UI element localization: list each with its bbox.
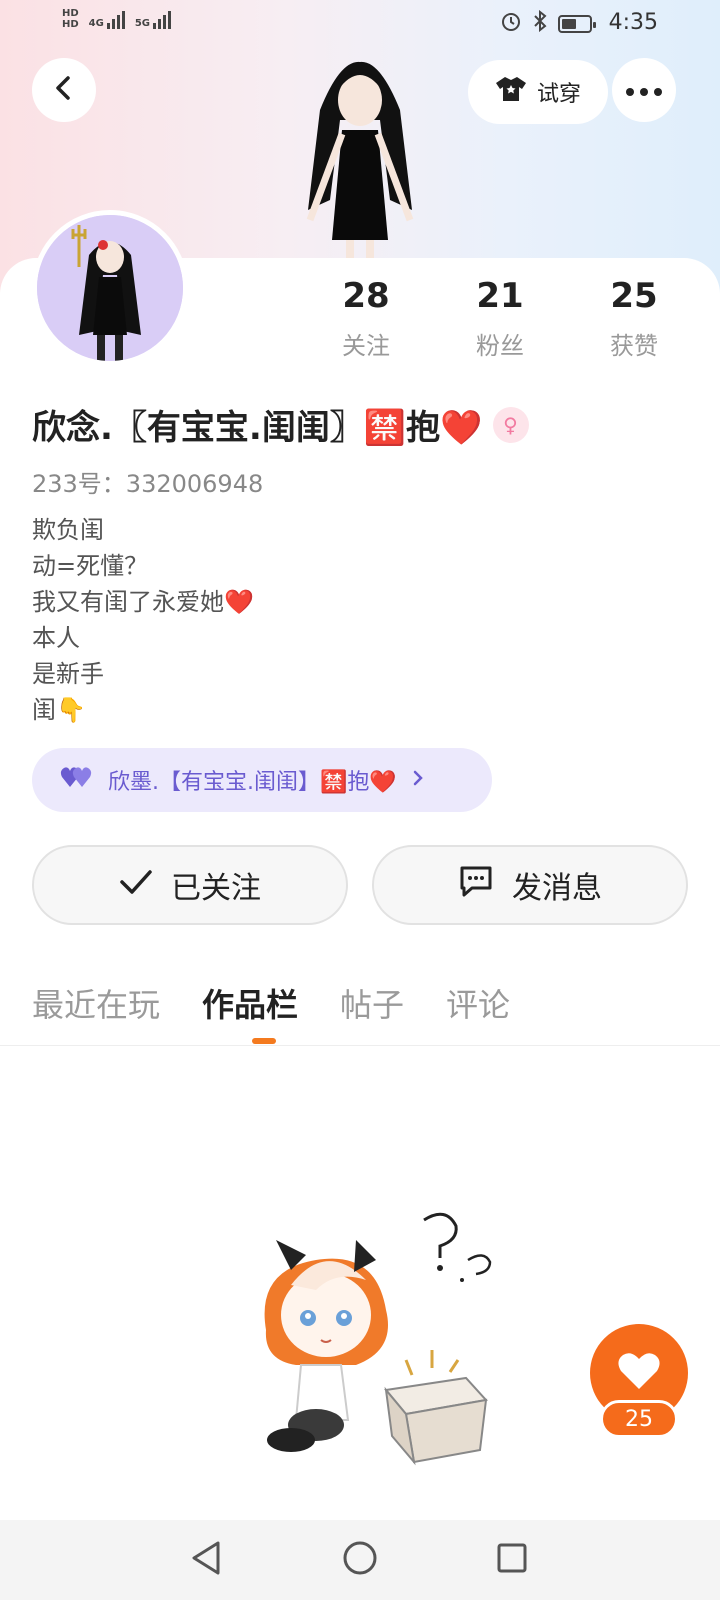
nav-home-button[interactable] <box>338 1538 382 1582</box>
check-icon <box>119 868 153 903</box>
bio-line: 本人 <box>32 624 80 652</box>
profile-tabs: 最近在玩 作品栏 帖子 评论 <box>32 980 510 1026</box>
active-tab-indicator <box>252 1038 276 1044</box>
following-label: 已关注 <box>171 871 261 906</box>
back-button[interactable] <box>32 58 96 122</box>
avatar[interactable] <box>32 210 188 366</box>
stat-label: 关注 <box>342 332 390 360</box>
empty-state-illustration <box>236 1200 516 1480</box>
chevron-right-icon <box>411 768 425 793</box>
stat-followers[interactable]: 21 粉丝 <box>440 276 560 361</box>
user-id: 233号：332006948 <box>32 470 264 498</box>
try-on-button[interactable]: 试穿 <box>468 60 608 124</box>
stat-value: 21 <box>476 276 524 316</box>
stat-likes[interactable]: 25 获赞 <box>574 276 694 361</box>
triangle-back-icon <box>190 1540 222 1580</box>
like-count-badge: 25 <box>600 1400 678 1438</box>
user-name: 欣念.〖有宝宝.闺闺〗🈲抱❤️ <box>32 408 483 448</box>
clock: 4:35 <box>608 10 658 35</box>
hd-label-2: HD <box>62 19 79 30</box>
tab-recently-played[interactable]: 最近在玩 <box>32 980 160 1026</box>
network-5g-label: 5G <box>134 18 151 29</box>
system-icons <box>500 9 596 38</box>
more-button[interactable] <box>612 58 676 122</box>
bio-line: 动=死懂？ <box>32 552 149 580</box>
bluetooth-icon <box>532 9 548 38</box>
send-message-button[interactable]: 发消息 <box>372 845 688 925</box>
tab-comments[interactable]: 评论 <box>446 980 510 1026</box>
cp-tag-label: 欣墨.【有宝宝.闺闺】🈲抱❤️ <box>108 770 397 795</box>
stat-value: 28 <box>342 276 390 316</box>
avatar-3d-figure <box>280 50 440 260</box>
tab-posts[interactable]: 帖子 <box>340 980 404 1026</box>
heart-icon <box>617 1351 661 1395</box>
following-button[interactable]: 已关注 <box>32 845 348 925</box>
tshirt-icon <box>495 75 527 109</box>
hd-labels: HD HD <box>62 8 79 30</box>
bio-line: 欺负闺 <box>32 516 104 544</box>
bio: 欺负闺 动=死懂？ 我又有闺了永爱她❤️ 本人 是新手 闺👇 <box>32 512 254 728</box>
tab-works[interactable]: 作品栏 <box>202 980 298 1026</box>
send-message-label: 发消息 <box>512 871 602 906</box>
hd-label-1: HD <box>62 8 79 19</box>
chat-bubble-icon <box>458 864 494 906</box>
stat-label: 获赞 <box>610 332 658 360</box>
status-bar: HD HD 4G 5G 4:35 <box>0 0 720 48</box>
stat-label: 粉丝 <box>476 332 524 360</box>
female-icon: ♀ <box>492 406 529 443</box>
chevron-left-icon <box>50 74 78 106</box>
bio-line: 是新手 <box>32 660 104 688</box>
bio-line: 闺👇 <box>32 696 86 724</box>
double-heart-icon <box>60 765 94 795</box>
battery-icon <box>558 15 596 33</box>
cp-relationship-tag[interactable]: 欣墨.【有宝宝.闺闺】🈲抱❤️ <box>32 748 492 812</box>
network-4g-label: 4G <box>88 18 104 29</box>
square-recents-icon <box>496 1542 528 1578</box>
alarm-icon <box>500 10 522 38</box>
signal-bars-icon <box>106 9 125 29</box>
bio-line: 我又有闺了永爱她❤️ <box>32 588 254 616</box>
signal-bars-icon <box>153 9 172 29</box>
stat-following[interactable]: 28 关注 <box>306 276 426 361</box>
nav-back-button[interactable] <box>184 1538 228 1582</box>
stat-value: 25 <box>610 276 658 316</box>
tab-divider <box>0 1045 720 1046</box>
nav-recents-button[interactable] <box>490 1538 534 1582</box>
name-row: 欣念.〖有宝宝.闺闺〗🈲抱❤️ ♀ <box>32 400 529 449</box>
try-on-label: 试穿 <box>536 82 581 107</box>
more-dots-icon <box>626 81 662 100</box>
circle-home-icon <box>342 1540 378 1580</box>
system-nav-bar <box>0 1520 720 1600</box>
network-indicators: HD HD 4G 5G <box>62 8 172 30</box>
